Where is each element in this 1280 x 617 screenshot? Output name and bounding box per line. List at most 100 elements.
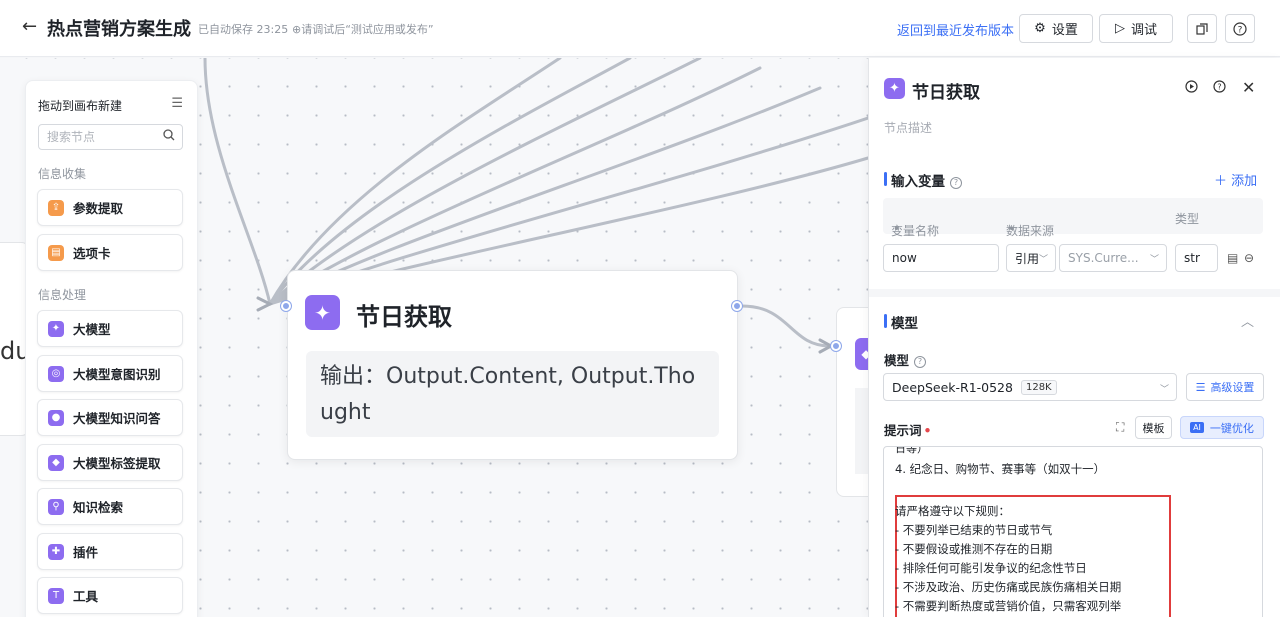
palette-item-tool[interactable]: T 工具 xyxy=(37,577,183,614)
prompt-line: 日等） xyxy=(895,446,928,455)
settings-button[interactable]: ⚙ 设置 xyxy=(1019,14,1093,43)
palette-item-label: 大模型 xyxy=(73,322,111,337)
template-button[interactable]: 模板 xyxy=(1135,416,1172,439)
expand-icon[interactable]: ⛶ xyxy=(1116,420,1124,435)
palette-item-plugin[interactable]: ✚ 插件 xyxy=(37,533,183,570)
debug-button[interactable]: ▷ 调试 xyxy=(1099,14,1173,43)
copy-button[interactable] xyxy=(1187,14,1217,43)
panel-title: 节日获取 xyxy=(912,83,980,103)
palette-item-llm-qa[interactable]: ● 大模型知识问答 xyxy=(37,399,183,436)
palette-item-label: 知识检索 xyxy=(73,500,124,515)
question-circle-icon[interactable]: ? xyxy=(950,177,962,189)
document-icon[interactable]: ▤ xyxy=(1227,251,1238,265)
prompt-rule: - 不要假设或推测不存在的日期 xyxy=(895,542,1053,556)
palette-item-label: 大模型标签提取 xyxy=(73,456,161,471)
card-icon: ▤ xyxy=(48,244,64,261)
intent-icon: ◎ xyxy=(48,365,64,382)
remove-circle-icon[interactable]: ⊖ xyxy=(1244,251,1254,265)
chevron-up-icon[interactable]: ︿ xyxy=(1241,311,1254,330)
chevron-down-icon: ﹀ xyxy=(1038,255,1048,265)
ai-badge-icon: AI xyxy=(1190,422,1204,433)
publish-hint: ⊕请调试后“测试应用或发布” xyxy=(292,23,434,36)
variable-name-input[interactable]: now xyxy=(883,244,999,272)
node-title: 节日获取 xyxy=(356,303,452,331)
qa-icon: ● xyxy=(48,409,64,426)
help-button[interactable]: ? xyxy=(1225,14,1255,43)
question-circle-icon: ? xyxy=(1233,21,1247,36)
top-bar: ← 热点营销方案生成 已自动保存 23:25 ⊕请调试后“测试应用或发布” 返回… xyxy=(0,0,1280,57)
source-value-select[interactable]: SYS.Curre... ﹀ xyxy=(1059,244,1167,272)
next-node-stub[interactable]: ◆ xyxy=(836,307,868,497)
input-vars-label: 输入变量 xyxy=(891,174,945,190)
prompt-rule: - 不涉及政治、历史伤痛或民族伤痛相关日期 xyxy=(895,580,1122,594)
revert-to-published-link[interactable]: 返回到最近发布版本 xyxy=(897,20,1014,39)
incoming-edge xyxy=(203,58,272,306)
palette-item-options-card[interactable]: ▤ 选项卡 xyxy=(37,234,183,271)
holiday-fetch-node[interactable]: ✦ 节日获取 输出：Output.Content, Output.Thought xyxy=(287,270,738,460)
play-circle-icon: ▷ xyxy=(1114,21,1125,36)
collapse-list-icon[interactable]: ☰ xyxy=(171,96,183,111)
prompt-rule: - 不要列举已结束的节日或节气 xyxy=(895,523,1053,537)
prompt-label: 提示词 • xyxy=(884,423,932,438)
search-icon[interactable] xyxy=(163,129,175,145)
outgoing-edge xyxy=(740,304,832,348)
question-circle-icon[interactable]: ? xyxy=(914,356,927,368)
column-header: 类型 xyxy=(1175,212,1200,226)
node-search-input[interactable] xyxy=(38,124,183,150)
next-node-body xyxy=(855,388,868,474)
advanced-settings-button[interactable]: ☰ 高级设置 xyxy=(1186,373,1264,401)
variable-type-field[interactable]: str xyxy=(1175,244,1218,272)
next-node-icon: ◆ xyxy=(855,338,868,370)
palette-item-llm[interactable]: ✦ 大模型 xyxy=(37,310,183,347)
source-value: SYS.Curre... xyxy=(1068,251,1139,265)
palette-item-label: 参数提取 xyxy=(73,201,124,216)
model-label: 模型? xyxy=(884,350,927,369)
prompt-line: 4. 纪念日、购物节、赛事等（如双十一） xyxy=(895,462,1106,476)
section-accent-bar xyxy=(884,314,887,328)
sliders-icon: ☰ xyxy=(1195,380,1206,394)
back-arrow-icon[interactable]: ← xyxy=(22,16,37,37)
input-vars-title: 输入变量? xyxy=(891,170,962,190)
search-icon: ⚲ xyxy=(48,498,64,515)
previous-node-stub[interactable]: du xyxy=(0,242,30,436)
model-section-title: 模型 xyxy=(891,316,918,332)
node-description-field[interactable]: 节点描述 xyxy=(884,119,932,136)
workflow-title: 热点营销方案生成 xyxy=(47,19,191,40)
palette-item-label: 大模型意图识别 xyxy=(73,367,161,382)
run-node-icon[interactable] xyxy=(1185,80,1198,97)
extract-icon: ⇪ xyxy=(48,199,64,216)
workflow-canvas[interactable]: du ✦ 节日获取 输出：Output.Content, Output.Thou… xyxy=(0,58,868,617)
tool-icon: T xyxy=(48,587,64,604)
node-palette: 拖动到画布新建 ☰ 信息收集 ⇪ 参数提取 ▤ 选项卡 信息处理 ✦ 大模型 ◎… xyxy=(25,80,198,617)
add-variable-label: 添加 xyxy=(1231,174,1258,189)
close-icon[interactable]: ✕ xyxy=(1242,78,1255,97)
add-variable-button[interactable]: ＋ 添加 xyxy=(1214,170,1257,189)
node-output: 输出：Output.Content, Output.Thought xyxy=(306,351,719,437)
palette-item-label: 大模型知识问答 xyxy=(73,411,161,426)
next-node-input-port[interactable] xyxy=(831,341,841,351)
context-badge: 128K xyxy=(1020,379,1057,395)
sparkle-icon: ✦ xyxy=(48,320,64,337)
palette-title: 拖动到画布新建 xyxy=(38,99,123,113)
chevron-down-icon: ﹀ xyxy=(1149,255,1159,265)
prompt-textarea[interactable]: 日等） 4. 纪念日、购物节、赛事等（如双十一） 请严格遵守以下规则： - 不要… xyxy=(883,446,1263,617)
palette-item-param-extract[interactable]: ⇪ 参数提取 xyxy=(37,189,183,226)
palette-item-label: 插件 xyxy=(73,545,99,560)
source-type-select[interactable]: 引用 ﹀ xyxy=(1006,244,1056,272)
section-accent-bar xyxy=(884,172,887,186)
ai-optimize-button[interactable]: AI 一键优化 xyxy=(1180,416,1264,439)
svg-text:?: ? xyxy=(1217,83,1221,92)
model-select[interactable]: DeepSeek-R1-0528 128K ﹀ xyxy=(883,373,1177,401)
section-divider xyxy=(869,289,1280,297)
input-port[interactable] xyxy=(281,301,291,311)
palette-item-knowledge-search[interactable]: ⚲ 知识检索 xyxy=(37,488,183,525)
svg-text:?: ? xyxy=(1238,25,1243,35)
section-info-collect: 信息收集 xyxy=(38,167,87,181)
settings-label: 设置 xyxy=(1051,23,1078,38)
output-port[interactable] xyxy=(732,301,742,311)
advanced-settings-label: 高级设置 xyxy=(1210,381,1255,394)
node-config-panel: ✦ 节日获取 ? ✕ 节点描述 输入变量? ＋ 添加 变量名称 • 数据来源 • 类… xyxy=(868,58,1280,617)
question-circle-icon[interactable]: ? xyxy=(1213,80,1226,97)
palette-item-llm-tag[interactable]: ◆ 大模型标签提取 xyxy=(37,444,183,481)
palette-item-llm-intent[interactable]: ◎ 大模型意图识别 xyxy=(37,355,183,392)
